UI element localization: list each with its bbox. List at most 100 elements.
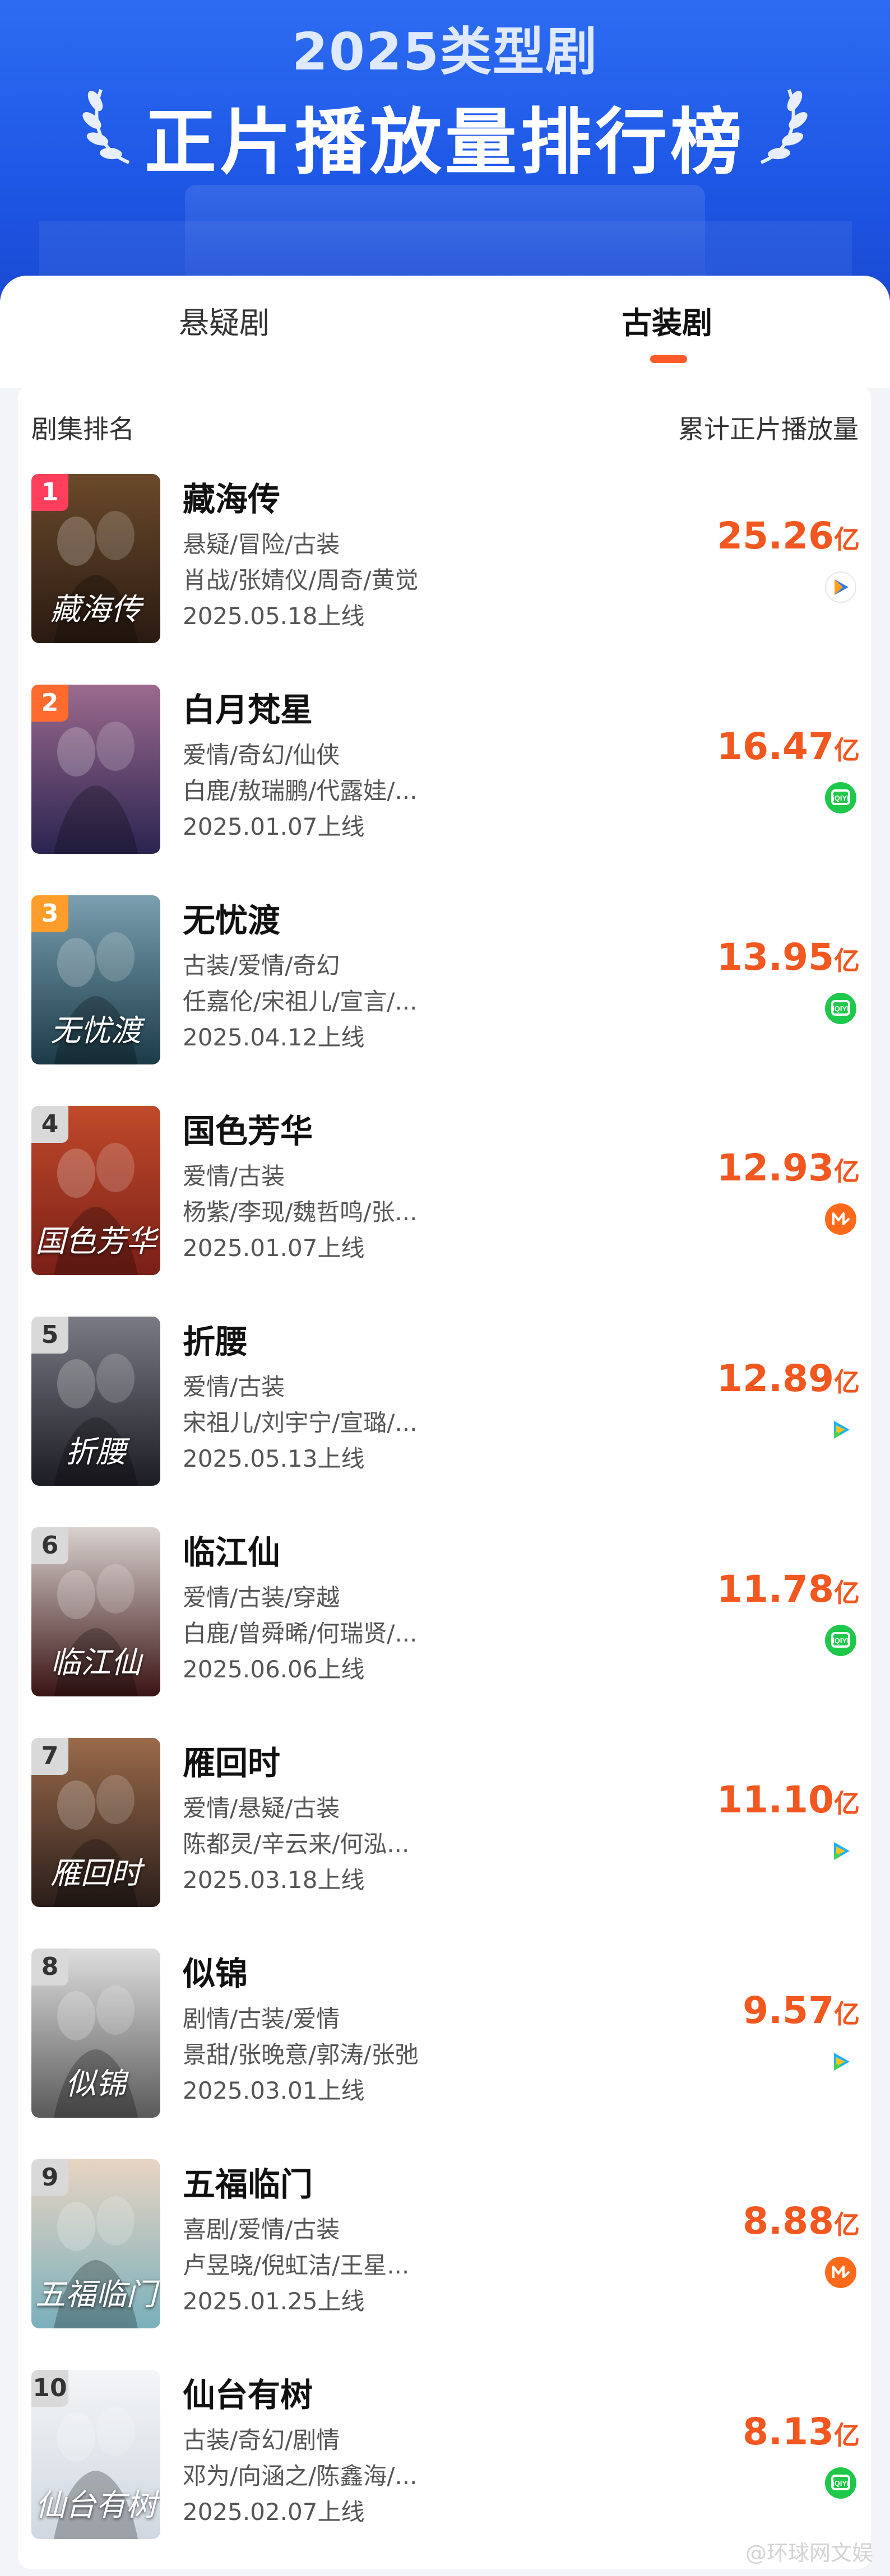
svg-text:iQIYI: iQIYI bbox=[832, 794, 849, 802]
list-item[interactable]: 五福临门 9 五福临门 喜剧/爱情/古装 卢昱晓/倪虹洁/王星... 2025.… bbox=[18, 2155, 871, 2365]
view-count-number: 11.78 bbox=[717, 1568, 834, 1611]
rank-badge: 8 bbox=[31, 1949, 68, 1986]
list-item[interactable]: 雁回时 7 雁回时 爱情/悬疑/古装 陈都灵/辛云来/何泓... 2025.03… bbox=[18, 1733, 871, 1944]
iqiyi-icon[interactable]: iQIYI bbox=[825, 1625, 856, 1656]
iqiyi-icon[interactable]: iQIYI bbox=[825, 2467, 856, 2499]
drama-cast: 陈都灵/辛云来/何泓... bbox=[183, 1830, 410, 1858]
view-count-number: 11.10 bbox=[717, 1778, 834, 1821]
rank-badge: 10 bbox=[31, 2370, 68, 2407]
drama-genre: 爱情/古装 bbox=[183, 1373, 285, 1401]
youku-icon[interactable] bbox=[825, 571, 856, 603]
poster-title-art: 无忧渡 bbox=[50, 1013, 141, 1048]
poster-title-art: 国色芳华 bbox=[35, 1224, 156, 1259]
drama-cast: 白鹿/敖瑞鹏/代露娃/... bbox=[183, 777, 418, 805]
watermark: @环球网文娱 bbox=[745, 2541, 873, 2565]
view-count: 12.93亿 bbox=[717, 1146, 860, 1189]
drama-cast: 杨紫/李现/魏哲鸣/张... bbox=[183, 1198, 418, 1226]
drama-title[interactable]: 藏海传 bbox=[183, 473, 280, 520]
ranking-page: 2025类型剧 正片播放量排行榜 悬疑剧 古装剧 剧集排名 累计正片播放量 藏海… bbox=[0, 0, 890, 2569]
view-count-number: 12.89 bbox=[717, 1357, 834, 1400]
drama-cast: 任嘉伦/宋祖儿/宣言/... bbox=[183, 988, 418, 1015]
rank-badge: 6 bbox=[31, 1527, 68, 1564]
list-item[interactable]: 无忧渡 3 无忧渡 古装/爱情/奇幻 任嘉伦/宋祖儿/宣言/... 2025.0… bbox=[18, 891, 871, 1101]
view-count: 25.26亿 bbox=[717, 514, 860, 557]
tencent-video-icon[interactable] bbox=[825, 1414, 856, 1445]
release-date: 2025.06.06上线 bbox=[183, 1656, 365, 1683]
drama-title[interactable]: 五福临门 bbox=[183, 2158, 313, 2205]
drama-cast: 景甜/张晚意/郭涛/张弛 bbox=[183, 2041, 419, 2068]
view-count: 12.89亿 bbox=[717, 1357, 860, 1400]
list-item[interactable]: 2 白月梵星 爱情/奇幻/仙侠 白鹿/敖瑞鹏/代露娃/... 2025.01.0… bbox=[18, 680, 871, 891]
list-item[interactable]: 仙台有树 10 仙台有树 古装/奇幻/剧情 邓为/向涵之/陈鑫海/... 202… bbox=[18, 2365, 871, 2576]
drama-title[interactable]: 无忧渡 bbox=[183, 894, 280, 941]
drama-cast: 肖战/张婧仪/周奇/黄觉 bbox=[183, 566, 419, 594]
drama-genre: 爱情/古装/穿越 bbox=[183, 1584, 340, 1611]
rank-badge: 5 bbox=[31, 1317, 68, 1354]
drama-genre: 喜剧/爱情/古装 bbox=[183, 2216, 340, 2243]
list-item[interactable]: 国色芳华 4 国色芳华 爱情/古装 杨紫/李现/魏哲鸣/张... 2025.01… bbox=[18, 1101, 871, 1312]
drama-genre: 古装/奇幻/剧情 bbox=[183, 2426, 340, 2454]
release-date: 2025.01.07上线 bbox=[183, 813, 365, 840]
tencent-video-icon[interactable] bbox=[825, 1835, 856, 1867]
release-date: 2025.03.18上线 bbox=[183, 1866, 365, 1894]
view-count-unit: 亿 bbox=[834, 2210, 860, 2240]
drama-genre: 悬疑/冒险/古装 bbox=[183, 531, 340, 558]
rank-badge: 3 bbox=[31, 895, 68, 932]
ranking-list: 剧集排名 累计正片播放量 藏海传 1 藏海传 悬疑/冒险/古装 肖战/张婧仪/周… bbox=[18, 385, 871, 2569]
drama-title[interactable]: 白月梵星 bbox=[183, 683, 313, 731]
drama-cast: 宋祖儿/刘宇宁/宣璐/... bbox=[183, 1409, 418, 1436]
release-date: 2025.01.07上线 bbox=[183, 1234, 365, 1262]
view-count: 8.13亿 bbox=[743, 2410, 860, 2453]
svg-text:iQIYI: iQIYI bbox=[832, 1005, 849, 1013]
drama-title[interactable]: 仙台有树 bbox=[183, 2369, 313, 2416]
view-count: 11.78亿 bbox=[717, 1568, 860, 1611]
drama-title[interactable]: 折腰 bbox=[183, 1315, 248, 1363]
list-item[interactable]: 藏海传 1 藏海传 悬疑/冒险/古装 肖战/张婧仪/周奇/黄觉 2025.05.… bbox=[18, 469, 871, 680]
tab-mystery[interactable]: 悬疑剧 bbox=[112, 298, 336, 348]
iqiyi-icon[interactable]: iQIYI bbox=[825, 782, 856, 813]
view-count-unit: 亿 bbox=[834, 1367, 860, 1397]
view-count: 9.57亿 bbox=[743, 1989, 860, 2032]
view-count-number: 16.47 bbox=[717, 725, 834, 768]
release-date: 2025.02.07上线 bbox=[183, 2498, 365, 2526]
view-count-unit: 亿 bbox=[834, 1788, 860, 1819]
list-item[interactable]: 临江仙 6 临江仙 爱情/古装/穿越 白鹿/曾舜晞/何瑞贤/... 2025.0… bbox=[18, 1523, 871, 1733]
mgtv-icon[interactable] bbox=[825, 2257, 856, 2288]
view-count: 8.88亿 bbox=[743, 2200, 860, 2243]
view-count-unit: 亿 bbox=[834, 2420, 860, 2451]
release-date: 2025.05.18上线 bbox=[183, 602, 365, 630]
drama-title[interactable]: 临江仙 bbox=[183, 1526, 280, 1573]
drama-cast: 卢昱晓/倪虹洁/王星... bbox=[183, 2252, 410, 2279]
view-count-number: 12.93 bbox=[717, 1146, 834, 1189]
column-header-views: 累计正片播放量 bbox=[678, 414, 859, 444]
tab-costume[interactable]: 古装剧 bbox=[555, 298, 779, 348]
poster-title-art: 似锦 bbox=[66, 2066, 126, 2101]
view-count-unit: 亿 bbox=[834, 946, 860, 976]
view-count: 16.47亿 bbox=[717, 725, 860, 768]
view-count-number: 9.57 bbox=[743, 1989, 834, 2032]
drama-title[interactable]: 似锦 bbox=[183, 1947, 248, 1994]
rank-badge: 4 bbox=[31, 1106, 68, 1143]
drama-genre: 爱情/古装 bbox=[183, 1163, 285, 1190]
release-date: 2025.05.13上线 bbox=[183, 1445, 365, 1472]
view-count-unit: 亿 bbox=[834, 524, 860, 555]
drama-title[interactable]: 国色芳华 bbox=[183, 1105, 313, 1152]
list-item[interactable]: 折腰 5 折腰 爱情/古装 宋祖儿/刘宇宁/宣璐/... 2025.05.13上… bbox=[18, 1312, 871, 1523]
view-count-number: 8.88 bbox=[743, 2200, 834, 2243]
column-header-rank: 剧集排名 bbox=[31, 414, 135, 444]
view-count-unit: 亿 bbox=[834, 1578, 860, 1608]
drama-cast: 邓为/向涵之/陈鑫海/... bbox=[183, 2462, 418, 2490]
svg-text:iQIYI: iQIYI bbox=[832, 2479, 849, 2487]
iqiyi-icon[interactable]: iQIYI bbox=[825, 993, 856, 1024]
drama-title[interactable]: 雁回时 bbox=[183, 1737, 280, 1784]
list-item[interactable]: 似锦 8 似锦 剧情/古装/爱情 景甜/张晚意/郭涛/张弛 2025.03.01… bbox=[18, 1944, 871, 2155]
view-count-unit: 亿 bbox=[834, 1156, 860, 1187]
drama-genre: 爱情/悬疑/古装 bbox=[183, 1794, 340, 1822]
view-count: 11.10亿 bbox=[717, 1778, 860, 1821]
mgtv-icon[interactable] bbox=[825, 1203, 856, 1235]
active-tab-indicator bbox=[650, 355, 687, 363]
rank-badge: 1 bbox=[31, 474, 68, 511]
release-date: 2025.01.25上线 bbox=[183, 2287, 365, 2315]
category-tabs: 悬疑剧 古装剧 bbox=[0, 276, 890, 388]
tencent-video-icon[interactable] bbox=[825, 2046, 856, 2077]
